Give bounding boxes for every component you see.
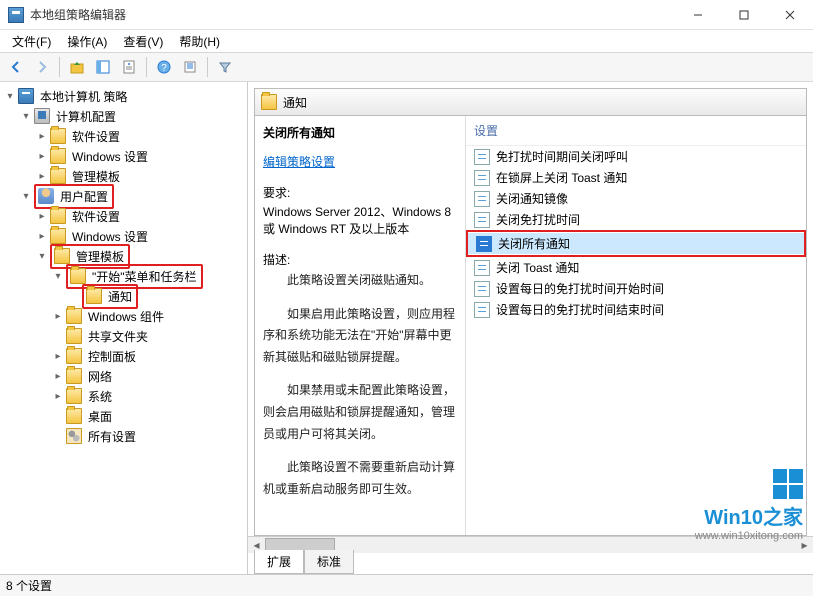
close-button[interactable] — [767, 0, 813, 29]
policy-item-icon — [474, 212, 490, 228]
settings-list-pane: 设置 免打扰时间期间关闭呼叫 在锁屏上关闭 Toast 通知 关闭通知镜像 关闭… — [465, 116, 806, 535]
tree-root-label: 本地计算机 策略 — [38, 87, 129, 106]
user-icon — [38, 188, 54, 204]
tree-item[interactable]: ▸共享文件夹 — [48, 326, 247, 346]
tab-extended[interactable]: 扩展 — [254, 550, 304, 574]
properties-button[interactable] — [117, 55, 141, 79]
titlebar: 本地组策略编辑器 — [0, 0, 813, 30]
menu-view[interactable]: 查看(V) — [115, 31, 171, 52]
description-text: 此策略设置关闭磁贴通知。 如果启用此策略设置，则应用程序和系统功能无法在"开始"… — [263, 270, 457, 500]
tab-standard[interactable]: 标准 — [304, 550, 354, 574]
tree-notifications[interactable]: ▸通知 — [64, 286, 247, 306]
folder-icon — [86, 288, 102, 304]
svg-text:?: ? — [161, 63, 167, 74]
folder-icon — [70, 268, 86, 284]
show-tree-button[interactable] — [91, 55, 115, 79]
forward-button[interactable] — [30, 55, 54, 79]
setting-item[interactable]: 关闭免打扰时间 — [466, 209, 806, 230]
tree-item[interactable]: ▸桌面 — [48, 406, 247, 426]
view-tabs: 扩展 标准 — [248, 552, 813, 574]
menubar: 文件(F) 操作(A) 查看(V) 帮助(H) — [0, 30, 813, 52]
scroll-right-arrow[interactable]: ▸ — [796, 537, 813, 554]
requires-text: Windows Server 2012、Windows 8 或 Windows … — [263, 203, 457, 237]
tree-item[interactable]: ▸Windows 组件 — [48, 306, 247, 326]
folder-icon — [261, 94, 277, 110]
tree-item[interactable]: ▸Windows 设置 — [32, 226, 247, 246]
maximize-button[interactable] — [721, 0, 767, 29]
setting-item[interactable]: 设置每日的免打扰时间开始时间 — [466, 278, 806, 299]
setting-item[interactable]: 免打扰时间期间关闭呼叫 — [466, 146, 806, 167]
menu-file[interactable]: 文件(F) — [4, 31, 59, 52]
settings-list: 免打扰时间期间关闭呼叫 在锁屏上关闭 Toast 通知 关闭通知镜像 关闭免打扰… — [466, 146, 806, 320]
right-pane: 通知 关闭所有通知 编辑策略设置 要求: Windows Server 2012… — [248, 82, 813, 574]
setting-item[interactable]: 在锁屏上关闭 Toast 通知 — [466, 167, 806, 188]
folder-icon — [66, 348, 82, 364]
up-button[interactable] — [65, 55, 89, 79]
help-button[interactable]: ? — [152, 55, 176, 79]
tree-item[interactable]: ▸Windows 设置 — [32, 146, 247, 166]
folder-icon — [50, 128, 66, 144]
tree-item[interactable]: ▸系统 — [48, 386, 247, 406]
folder-icon — [66, 408, 82, 424]
folder-icon — [54, 248, 70, 264]
tree-pane[interactable]: ▾ 本地计算机 策略 ▾ 计算机配置 ▸软件设置 ▸Windows 设置 ▸管理… — [0, 82, 248, 574]
policy-item-icon — [474, 191, 490, 207]
tree-item[interactable]: ▸软件设置 — [32, 206, 247, 226]
menu-help[interactable]: 帮助(H) — [171, 31, 228, 52]
settings-column-header[interactable]: 设置 — [466, 116, 806, 146]
back-button[interactable] — [4, 55, 28, 79]
edit-policy-link[interactable]: 编辑策略设置 — [263, 153, 335, 170]
setting-item[interactable]: 关闭通知镜像 — [466, 188, 806, 209]
tree-item[interactable]: ▸网络 — [48, 366, 247, 386]
folder-header: 通知 — [254, 88, 807, 116]
policy-item-icon — [474, 302, 490, 318]
folder-icon — [66, 308, 82, 324]
menu-action[interactable]: 操作(A) — [59, 31, 115, 52]
status-bar: 8 个设置 — [0, 574, 813, 596]
tree-start-taskbar[interactable]: ▾ "开始"菜单和任务栏 — [48, 266, 247, 286]
window-title: 本地组策略编辑器 — [30, 6, 126, 23]
minimize-button[interactable] — [675, 0, 721, 29]
tree-root[interactable]: ▾ 本地计算机 策略 — [0, 86, 247, 106]
policy-icon — [18, 88, 34, 104]
status-text: 8 个设置 — [6, 577, 52, 594]
window-controls — [675, 0, 813, 29]
detail-pane: 关闭所有通知 编辑策略设置 要求: Windows Server 2012、Wi… — [255, 116, 465, 535]
tree-item[interactable]: ▸控制面板 — [48, 346, 247, 366]
filter-button[interactable] — [213, 55, 237, 79]
requires-label: 要求: — [263, 184, 457, 201]
tree-item[interactable]: ▸软件设置 — [32, 126, 247, 146]
policy-item-icon — [474, 149, 490, 165]
app-icon — [8, 7, 24, 23]
folder-title: 通知 — [283, 94, 307, 111]
policy-item-icon — [474, 260, 490, 276]
desc-label: 描述: — [263, 251, 457, 268]
folder-icon — [66, 368, 82, 384]
setting-item-selected[interactable]: 关闭所有通知 — [468, 233, 804, 254]
policy-item-icon — [476, 236, 492, 252]
folder-icon — [66, 388, 82, 404]
toolbar: ? — [0, 52, 813, 82]
export-button[interactable] — [178, 55, 202, 79]
tree-computer-config[interactable]: ▾ 计算机配置 — [16, 106, 247, 126]
policy-title: 关闭所有通知 — [263, 124, 457, 141]
tree-item[interactable]: ▸所有设置 — [48, 426, 247, 446]
tree-item[interactable]: ▸管理模板 — [32, 166, 247, 186]
folder-icon — [50, 228, 66, 244]
policy-item-icon — [474, 281, 490, 297]
policy-item-icon — [474, 170, 490, 186]
computer-icon — [34, 108, 50, 124]
tree-user-config[interactable]: ▾ 用户配置 — [16, 186, 247, 206]
tree-label: 计算机配置 — [54, 107, 118, 126]
setting-item[interactable]: 设置每日的免打扰时间结束时间 — [466, 299, 806, 320]
folder-icon — [50, 168, 66, 184]
setting-item[interactable]: 关闭 Toast 通知 — [466, 257, 806, 278]
gears-icon — [66, 428, 82, 444]
folder-icon — [66, 328, 82, 344]
folder-icon — [50, 148, 66, 164]
main-area: ▾ 本地计算机 策略 ▾ 计算机配置 ▸软件设置 ▸Windows 设置 ▸管理… — [0, 82, 813, 574]
folder-icon — [50, 208, 66, 224]
